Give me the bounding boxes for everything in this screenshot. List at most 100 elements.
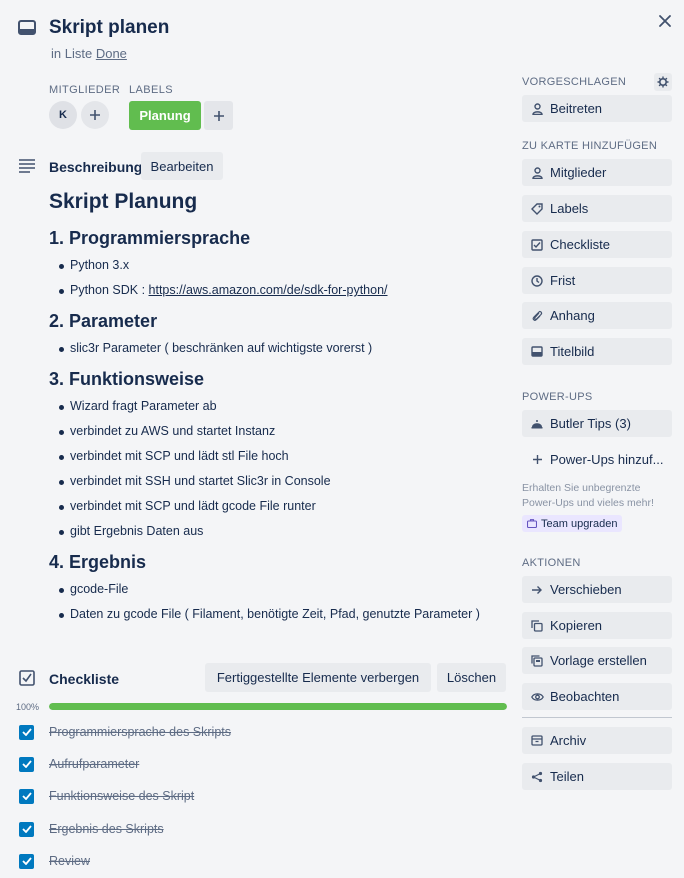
description-body: Skript Planung 1. Programmiersprache Pyt… — [49, 190, 509, 635]
join-button[interactable]: Beitreten — [522, 95, 672, 122]
arrow-right-icon — [530, 585, 544, 595]
edit-description-button[interactable]: Bearbeiten — [141, 152, 223, 180]
checklist-item: Aufrufparameter — [19, 754, 139, 774]
in-list-prefix: in Liste — [51, 46, 93, 61]
checklist-item-text[interactable]: Programmiersprache des Skripts — [49, 725, 231, 739]
progress-fill — [49, 703, 507, 710]
create-template-button[interactable]: Vorlage erstellen — [522, 647, 672, 674]
members-button[interactable]: Mitglieder — [522, 159, 672, 186]
list-item: verbindet mit SSH und startet Slic3r in … — [49, 469, 509, 494]
label-planung[interactable]: Planung — [129, 101, 201, 130]
watch-label: Beobachten — [550, 689, 620, 704]
members-label: MITGLIEDER — [49, 84, 121, 96]
butler-tips-button[interactable]: Butler Tips (3) — [522, 410, 672, 437]
list-item: slic3r Parameter ( beschränken auf wicht… — [49, 336, 509, 361]
checklist-item: Ergebnis des Skripts — [19, 819, 164, 839]
checkmark-icon — [21, 825, 32, 833]
checkbox[interactable] — [19, 853, 34, 869]
checklist-item-text[interactable]: Aufrufparameter — [49, 757, 139, 771]
list-item: Daten zu gcode File ( Filament, benötigt… — [49, 602, 509, 627]
list-item: Python 3.x — [49, 253, 509, 278]
watch-button[interactable]: Beobachten — [522, 683, 672, 710]
copy-label: Kopieren — [550, 618, 603, 633]
sdk-prefix: Python SDK : — [70, 283, 149, 297]
cover-button[interactable]: Titelbild — [522, 338, 672, 365]
clock-icon — [530, 274, 544, 287]
attachment-button-label: Anhang — [550, 308, 595, 323]
list-item: Python SDK : https://aws.amazon.com/de/s… — [49, 278, 509, 303]
list-item: verbindet mit SCP und lädt gcode File ru… — [49, 494, 509, 519]
plus-icon — [530, 454, 544, 465]
divider — [522, 717, 672, 718]
description-icon — [19, 159, 35, 173]
checklist-item-text[interactable]: Funktionsweise des Skript — [49, 789, 194, 803]
move-button[interactable]: Verschieben — [522, 576, 672, 603]
move-label: Verschieben — [550, 582, 622, 597]
add-label-button[interactable] — [204, 101, 233, 130]
eye-icon — [530, 692, 544, 702]
team-upgrade-label: Team upgraden — [541, 517, 618, 530]
checklist-item-text[interactable]: Review — [49, 854, 90, 868]
members-button-label: Mitglieder — [550, 165, 607, 180]
share-label: Teilen — [550, 769, 584, 784]
progress-percent: 100% — [16, 702, 40, 712]
tag-icon — [530, 202, 544, 215]
powerups-label: POWER-UPS — [522, 391, 593, 403]
copy-button[interactable]: Kopieren — [522, 612, 672, 639]
checklist-item-text[interactable]: Ergebnis des Skripts — [49, 822, 164, 836]
list-item: gcode-File — [49, 577, 509, 602]
add-member-button[interactable] — [81, 101, 109, 129]
list-link[interactable]: Done — [96, 46, 127, 61]
archive-icon — [530, 735, 544, 746]
checklist-button-label: Checkliste — [550, 237, 610, 252]
briefcase-icon — [527, 519, 537, 528]
labels-label: LABELS — [129, 84, 173, 96]
checkbox[interactable] — [19, 788, 34, 804]
delete-checklist-button[interactable]: Löschen — [437, 663, 506, 692]
share-icon — [530, 771, 544, 783]
section-heading: 1. Programmiersprache — [49, 228, 251, 248]
attachment-button[interactable]: Anhang — [522, 302, 672, 329]
paperclip-icon — [530, 310, 544, 322]
card-icon — [18, 20, 36, 36]
sdk-link[interactable]: https://aws.amazon.com/de/sdk-for-python… — [149, 283, 388, 297]
progress-bar — [49, 703, 507, 710]
section-heading: 3. Funktionsweise — [49, 369, 205, 389]
butler-tips-label: Butler Tips (3) — [550, 416, 631, 431]
template-icon — [530, 654, 544, 667]
archive-button[interactable]: Archiv — [522, 727, 672, 754]
person-icon — [530, 166, 544, 179]
section-list: Python 3.x Python SDK : https://aws.amaz… — [49, 253, 509, 303]
list-item: gibt Ergebnis Daten aus — [49, 519, 509, 544]
gear-icon[interactable] — [654, 73, 672, 91]
checkbox[interactable] — [19, 756, 34, 772]
add-powerups-label: Power-Ups hinzuf... — [550, 452, 664, 467]
section-heading: 4. Ergebnis — [49, 552, 147, 572]
close-icon[interactable] — [655, 11, 675, 31]
butler-bell-icon — [530, 418, 544, 429]
avatar[interactable]: K — [49, 101, 77, 129]
section-list: slic3r Parameter ( beschränken auf wicht… — [49, 336, 509, 361]
card-title[interactable]: Skript planen — [49, 17, 169, 39]
person-icon — [530, 102, 544, 115]
cover-button-label: Titelbild — [550, 344, 595, 359]
hide-completed-button[interactable]: Fertiggestellte Elemente verbergen — [205, 663, 431, 692]
add-powerups-button[interactable]: Power-Ups hinzuf... — [522, 446, 672, 473]
add-to-card-label: ZU KARTE HINZUFÜGEN — [522, 140, 658, 152]
share-button[interactable]: Teilen — [522, 763, 672, 790]
due-date-button-label: Frist — [550, 273, 576, 288]
labels-button[interactable]: Labels — [522, 195, 672, 222]
checklist-button[interactable]: Checkliste — [522, 231, 672, 258]
section-heading: 2. Parameter — [49, 311, 158, 331]
list-reference: in Liste Done — [51, 46, 127, 61]
checkbox[interactable] — [19, 724, 34, 740]
team-upgrade-badge[interactable]: Team upgraden — [522, 515, 623, 532]
checkbox[interactable] — [19, 821, 34, 837]
checklist-header: Checkliste — [49, 671, 120, 687]
list-item: Wizard fragt Parameter ab — [49, 394, 509, 419]
checkmark-icon — [21, 857, 32, 865]
checkmark-icon — [21, 760, 32, 768]
due-date-button[interactable]: Frist — [522, 267, 672, 294]
archive-label: Archiv — [550, 733, 587, 748]
description-title: Skript Planung — [49, 190, 198, 213]
